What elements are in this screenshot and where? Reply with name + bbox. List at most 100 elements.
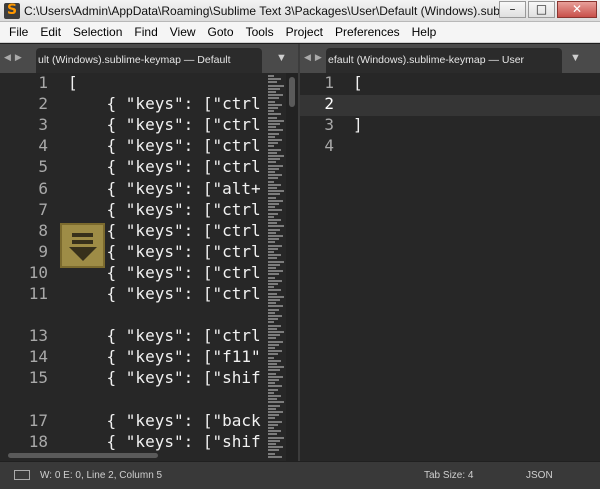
- line-number: 2: [38, 94, 48, 114]
- minimap-line: [268, 235, 283, 237]
- minimap-line: [268, 167, 279, 170]
- code-line[interactable]: { "keys": ["shif: [68, 432, 261, 451]
- code-line[interactable]: { "keys": ["back: [68, 411, 261, 430]
- minimap[interactable]: [268, 73, 286, 461]
- minimap-line: [268, 241, 275, 244]
- tab-prev-icon[interactable]: ◀: [304, 52, 311, 63]
- title-bar: C:\Users\Admin\AppData\Roaming\Sublime T…: [0, 0, 600, 22]
- minimap-line: [268, 183, 281, 186]
- line-number: 9: [38, 241, 48, 261]
- minimap-line: [268, 273, 279, 276]
- code-line[interactable]: { "keys": ["ctrl: [68, 157, 261, 176]
- minimap-line: [268, 222, 277, 225]
- minimap-line: [268, 254, 281, 257]
- status-bar: W: 0 E: 0, Line 2, Column 5 Tab Size: 4 …: [0, 461, 600, 489]
- minimap-line: [268, 359, 281, 362]
- menu-view[interactable]: View: [164, 22, 202, 43]
- menu-file[interactable]: File: [3, 22, 34, 43]
- console-toggle-icon[interactable]: [14, 470, 30, 480]
- minimap-line: [268, 388, 278, 391]
- sublime-app-icon[interactable]: [4, 2, 20, 19]
- minimap-line: [268, 75, 274, 77]
- line-number: 10: [28, 262, 48, 282]
- minimap-line: [268, 215, 274, 218]
- minimap-line: [268, 324, 281, 327]
- tab-dropdown-icon[interactable]: ▼: [570, 52, 581, 64]
- minimap-line: [268, 423, 278, 426]
- line-number: 4: [324, 136, 334, 156]
- minimap-line: [268, 401, 284, 404]
- minimap-line: [268, 279, 282, 282]
- code-line[interactable]: { "keys": ["ctrl: [68, 326, 261, 345]
- minimap-line: [268, 305, 283, 308]
- tab-default-keymap[interactable]: ult (Windows).sublime-keymap — Default: [36, 48, 262, 73]
- tab-user-keymap[interactable]: efault (Windows).sublime-keymap — User: [326, 48, 562, 73]
- minimize-button[interactable]: –: [499, 1, 526, 18]
- code-line[interactable]: [: [353, 73, 363, 92]
- code-line[interactable]: { "keys": ["ctrl: [68, 200, 261, 219]
- menu-help[interactable]: Help: [406, 22, 443, 43]
- tab-next-icon[interactable]: ▶: [15, 52, 22, 63]
- minimap-line: [268, 299, 280, 301]
- close-button[interactable]: ✕: [557, 1, 597, 18]
- maximize-button[interactable]: □: [528, 1, 555, 18]
- minimap-line: [268, 452, 275, 455]
- minimap-line: [268, 123, 280, 125]
- minimap-line: [268, 391, 274, 394]
- tab-dropdown-icon[interactable]: ▼: [276, 52, 287, 64]
- minimap-line: [268, 244, 282, 247]
- right-editor[interactable]: 1 [2 3] 4: [300, 73, 600, 461]
- menu-selection[interactable]: Selection: [67, 22, 128, 43]
- minimap-line: [268, 158, 280, 161]
- menu-find[interactable]: Find: [128, 22, 163, 43]
- code-line[interactable]: [: [68, 73, 78, 92]
- minimap-line: [268, 427, 274, 429]
- horizontal-scrollbar-thumb[interactable]: [8, 453, 158, 458]
- minimap-line: [268, 161, 276, 164]
- minimap-line: [268, 315, 282, 317]
- code-line[interactable]: { "keys": ["ctrl: [68, 284, 261, 303]
- minimap-line: [268, 113, 281, 116]
- code-line[interactable]: { "keys": ["ctrl: [68, 94, 261, 113]
- minimap-line: [268, 263, 280, 266]
- minimap-line: [268, 347, 275, 349]
- code-line[interactable]: { "keys": ["shif: [68, 368, 261, 387]
- code-line[interactable]: { "keys": ["ctrl: [68, 136, 261, 155]
- line-number: 3: [324, 115, 334, 135]
- menu-tools[interactable]: Tools: [240, 22, 280, 43]
- tab-nav-arrows-right: ◀ ▶: [304, 52, 322, 63]
- vertical-scrollbar[interactable]: [286, 73, 298, 461]
- line-number: 13: [28, 326, 48, 346]
- line-number: 7: [38, 199, 48, 219]
- code-line[interactable]: { "keys": ["ctrl: [68, 115, 261, 134]
- minimap-line: [268, 395, 281, 397]
- minimap-line: [268, 219, 281, 221]
- code-line[interactable]: { "keys": ["f11": [68, 347, 261, 366]
- tab-next-icon[interactable]: ▶: [315, 52, 322, 63]
- minimap-line: [268, 385, 282, 388]
- tab-prev-icon[interactable]: ◀: [4, 52, 11, 63]
- minimap-line: [268, 94, 283, 97]
- tab-size-indicator[interactable]: Tab Size: 4: [424, 470, 473, 481]
- minimap-line: [268, 270, 283, 273]
- minimap-line: [268, 430, 281, 433]
- minimap-line: [268, 283, 278, 285]
- minimap-line: [268, 379, 279, 381]
- menu-project[interactable]: Project: [280, 22, 329, 43]
- menu-edit[interactable]: Edit: [34, 22, 67, 43]
- minimap-line: [268, 292, 277, 295]
- code-line[interactable]: { "keys": ["alt+: [68, 179, 261, 198]
- menu-preferences[interactable]: Preferences: [329, 22, 406, 43]
- minimap-line: [268, 356, 274, 359]
- line-number: 4: [38, 136, 48, 156]
- left-editor[interactable]: 1[2 { "keys": ["ctrl 3 { "keys": ["ctrl 4 …: [0, 73, 298, 461]
- code-line[interactable]: ]: [353, 115, 363, 134]
- minimap-line: [268, 302, 276, 305]
- minimap-line: [268, 91, 276, 93]
- scrollbar-thumb[interactable]: [289, 77, 295, 107]
- minimap-line: [268, 187, 277, 189]
- line-number: 8: [38, 220, 48, 240]
- menu-goto[interactable]: Goto: [202, 22, 240, 43]
- syntax-indicator[interactable]: JSON: [526, 470, 553, 481]
- minimap-line: [268, 407, 276, 410]
